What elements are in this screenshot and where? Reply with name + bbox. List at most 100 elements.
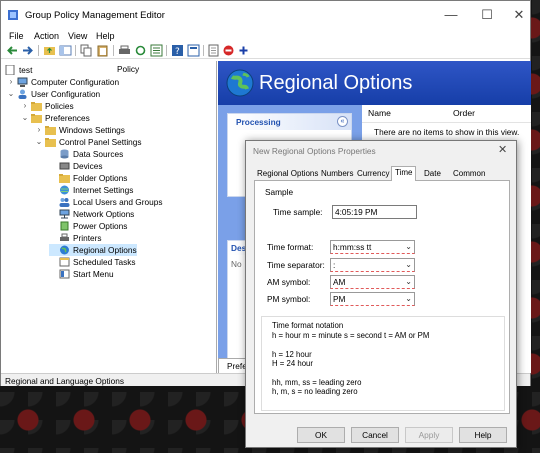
tree-item-devices[interactable]: Devices	[49, 160, 209, 172]
tree-item-windows-settings[interactable]: › Windows Settings	[35, 124, 215, 136]
menu-view[interactable]: View	[68, 29, 87, 43]
description-label: Des	[231, 243, 247, 253]
expand-icon[interactable]: ›	[35, 124, 43, 136]
tree-item-label: Preferences	[45, 113, 90, 123]
tree-item-regional-options[interactable]: Regional Options	[49, 244, 137, 256]
tree-item-scheduled-tasks[interactable]: Scheduled Tasks	[49, 256, 209, 268]
tree-item-folder-options[interactable]: Folder Options	[49, 172, 209, 184]
dialog-close-icon[interactable]: ✕	[498, 143, 507, 156]
tree-item-label: Power Options	[73, 221, 128, 231]
cancel-button[interactable]: Cancel	[351, 427, 399, 443]
notation-line: h = hour m = minute s = second t = AM or…	[272, 331, 430, 340]
tree-item-user-configuration[interactable]: ⌄ User Configuration	[7, 88, 207, 100]
tree-item-printers[interactable]: Printers	[49, 232, 209, 244]
close-icon[interactable]: ✕	[509, 5, 529, 25]
pm-symbol-value: PM	[333, 294, 346, 304]
tree-item-label: Policies	[45, 101, 74, 111]
properties-icon[interactable]	[187, 44, 200, 57]
menu-help[interactable]: Help	[96, 29, 115, 43]
time-separator-combo[interactable]: : ⌄	[330, 258, 415, 272]
refresh-icon[interactable]	[134, 44, 147, 57]
time-format-value: h:mm:ss tt	[333, 242, 372, 252]
print-icon[interactable]	[118, 44, 131, 57]
title-bar: Group Policy Management Editor — ☐ ✕	[1, 1, 530, 29]
back-arrow-icon[interactable]	[6, 44, 19, 57]
globe-icon	[226, 69, 254, 97]
up-folder-icon[interactable]	[43, 44, 56, 57]
tab-time[interactable]: Time	[391, 166, 417, 181]
tab-regional-options[interactable]: Regional Options	[254, 168, 321, 180]
pm-symbol-combo[interactable]: PM ⌄	[330, 292, 415, 306]
tree-item-label: User Configuration	[31, 89, 101, 99]
tree-item-label: Folder Options	[73, 173, 128, 183]
collapse-icon[interactable]: ⌄	[7, 88, 15, 100]
tab-common[interactable]: Common	[450, 168, 488, 180]
status-text: Regional and Language Options	[5, 376, 125, 386]
tree-item-policies[interactable]: › Policies	[21, 100, 211, 112]
tree-item-power-options[interactable]: Power Options	[49, 220, 209, 232]
tree-item-label: Regional Options	[73, 245, 137, 255]
tree-item-start-menu[interactable]: Start Menu	[49, 268, 209, 280]
tab-numbers[interactable]: Numbers	[318, 168, 356, 180]
policy-editor-icon	[8, 10, 18, 20]
maximize-icon[interactable]: ☐	[477, 5, 497, 25]
expand-icon[interactable]: ›	[7, 76, 15, 88]
tree-item-local-users-and-groups[interactable]: Local Users and Groups	[49, 196, 214, 208]
expand-icon[interactable]: ›	[21, 100, 29, 112]
menu-action[interactable]: Action	[34, 29, 59, 43]
tree-item-label: Scheduled Tasks	[73, 257, 136, 267]
regional-options-properties-dialog: New Regional Options Properties ✕ Region…	[245, 140, 517, 448]
help-button[interactable]: Help	[459, 427, 507, 443]
tab-date[interactable]: Date	[421, 168, 444, 180]
apply-button[interactable]: Apply	[405, 427, 453, 443]
banner: Regional Options	[218, 61, 531, 105]
paste-icon[interactable]	[96, 44, 109, 57]
menu-file[interactable]: File	[9, 29, 24, 43]
add-icon[interactable]	[237, 44, 250, 57]
description-text: No	[231, 259, 242, 269]
am-symbol-combo[interactable]: AM ⌄	[330, 275, 415, 289]
tree-item-computer-configuration[interactable]: › Computer Configuration	[7, 76, 207, 88]
toolbar: ?	[1, 43, 530, 59]
column-header-order[interactable]: Order	[453, 108, 475, 118]
tree-item-preferences[interactable]: ⌄ Preferences	[21, 112, 211, 124]
empty-list-message: There are no items to show in this view.	[374, 127, 520, 137]
processing-header[interactable]: Processing «	[228, 114, 351, 130]
tree-item-test[interactable]: test	[5, 64, 105, 76]
time-format-label: Time format:	[267, 242, 314, 252]
notation-line: hh, mm, ss = leading zero	[272, 378, 362, 387]
time-sample-label: Time sample:	[273, 207, 323, 217]
collapse-icon[interactable]: ⌄	[35, 136, 43, 148]
am-symbol-value: AM	[333, 277, 346, 287]
tree-item-label: Internet Settings	[73, 185, 134, 195]
column-header-name[interactable]: Name	[368, 108, 391, 118]
help-icon[interactable]: ?	[171, 44, 184, 57]
ok-button[interactable]: OK	[297, 427, 345, 443]
notation-line: h = 12 hour	[272, 350, 312, 359]
user-icon	[18, 89, 27, 99]
tree-item-control-panel-settings[interactable]: ⌄ Control Panel Settings	[35, 136, 215, 148]
copy-icon[interactable]	[80, 44, 93, 57]
devices-icon	[59, 162, 70, 170]
collapse-chevron-icon[interactable]: «	[337, 116, 348, 127]
dialog-button-row: OK Cancel Apply Help	[246, 424, 518, 444]
tree-item-data-sources[interactable]: Data Sources	[49, 148, 209, 160]
window-title: Group Policy Management Editor	[25, 10, 165, 21]
export-list-icon[interactable]	[150, 44, 163, 57]
header-divider	[362, 122, 531, 123]
time-format-combo[interactable]: h:mm:ss tt ⌄	[330, 240, 415, 254]
time-separator-label: Time separator:	[267, 260, 325, 270]
stop-icon[interactable]	[222, 44, 235, 57]
tab-currency[interactable]: Currency	[354, 168, 392, 180]
tree-item-network-options[interactable]: Network Options	[49, 208, 209, 220]
show-hide-tree-icon[interactable]	[59, 44, 72, 57]
chevron-down-icon: ⌄	[405, 242, 412, 251]
power-icon	[60, 221, 69, 231]
collapse-icon[interactable]: ⌄	[21, 112, 29, 124]
minimize-icon[interactable]: —	[441, 5, 461, 25]
start-menu-icon	[59, 269, 70, 279]
tree-item-internet-settings[interactable]: Internet Settings	[49, 184, 209, 196]
forward-arrow-icon[interactable]	[21, 44, 34, 57]
document-icon[interactable]	[207, 44, 220, 57]
toolbar-separator	[38, 45, 39, 56]
